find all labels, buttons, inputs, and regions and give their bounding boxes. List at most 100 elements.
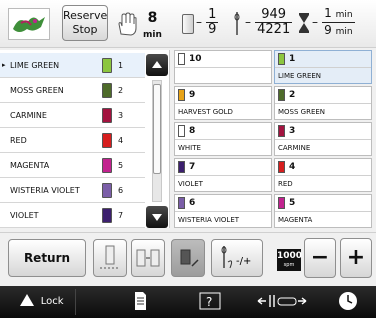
thread-spool-icon xyxy=(278,197,285,209)
design-preview-thumbnail xyxy=(8,8,50,40)
needle-thread-name: VIOLET xyxy=(178,180,203,188)
remaining-time: – 1 min 9 min xyxy=(312,6,355,37)
thread-list-item[interactable]: RED 4 xyxy=(0,128,145,153)
warning-icon xyxy=(19,294,34,306)
thread-trim-icon xyxy=(100,245,120,269)
needle-change-button[interactable] xyxy=(131,239,165,277)
thread-spool-icon xyxy=(102,183,112,198)
needle-number: 9 xyxy=(189,90,196,100)
tension-adjust-button[interactable]: -/+ xyxy=(211,239,263,277)
thread-spool-icon xyxy=(278,125,285,137)
thread-spool-icon xyxy=(178,161,185,173)
thread-list-item[interactable]: CARMINE 3 xyxy=(0,103,145,128)
color-sort-button[interactable] xyxy=(171,239,205,277)
clock-icon xyxy=(339,292,357,310)
thread-list-item[interactable]: WISTERIA VIOLET 6 xyxy=(0,178,145,203)
current-marker-icon: ▸ xyxy=(2,61,6,69)
needle-cell[interactable]: 1 LIME GREEN xyxy=(274,50,372,84)
needle-number: 2 xyxy=(118,86,124,95)
needle-number: 3 xyxy=(289,126,296,136)
total-time-unit: min xyxy=(335,27,353,37)
thread-name: LIME GREEN xyxy=(10,61,60,70)
needle-cell[interactable]: 5 MAGENTA xyxy=(274,194,372,228)
needle-number: 4 xyxy=(289,162,296,172)
stitch-total: 4221 xyxy=(257,22,291,37)
thread-spool-icon xyxy=(178,89,185,101)
sewing-time: 8 min xyxy=(143,10,162,41)
stitch-current: 949 xyxy=(255,8,293,23)
needle-cell[interactable]: 10 xyxy=(174,50,272,84)
reserve-stop-label-1: Reserve xyxy=(63,9,108,22)
frame-move-icon xyxy=(257,295,307,307)
sewing-time-value: 8 xyxy=(147,10,158,26)
needle-cell[interactable]: 4 RED xyxy=(274,158,372,192)
needle-number: 7 xyxy=(189,162,196,172)
speed-display: 1000 spm xyxy=(277,249,302,271)
needle-number: 6 xyxy=(118,186,124,195)
thread-list-item[interactable]: MAGENTA 5 xyxy=(0,153,145,178)
needle-number: 1 xyxy=(118,61,124,70)
speed-plus-button[interactable]: + xyxy=(340,238,372,278)
speed-unit: spm xyxy=(283,262,295,268)
thread-name: VIOLET xyxy=(10,211,39,220)
needle-thread-name: WISTERIA VIOLET xyxy=(178,216,240,224)
needle-thread-name: HARVEST GOLD xyxy=(178,108,233,116)
needle-number: 7 xyxy=(118,211,124,220)
thread-spool-icon xyxy=(102,133,112,148)
clock-button[interactable] xyxy=(330,289,366,315)
needle-cell[interactable]: 2 MOSS GREEN xyxy=(274,86,372,120)
needle-cell[interactable]: 8 WHITE xyxy=(174,122,272,156)
thread-spool-icon xyxy=(278,89,285,101)
status-bar: Reserve Stop 8 min – 1 9 – 949 4221 – 1 … xyxy=(0,0,376,48)
tension-icon: -/+ xyxy=(221,246,251,269)
needle-cell[interactable]: 3 CARMINE xyxy=(274,122,372,156)
needle-thread-name: CARMINE xyxy=(278,144,311,152)
thread-name: WISTERIA VIOLET xyxy=(10,186,80,195)
lock-label: Lock xyxy=(40,296,64,307)
thread-list-item[interactable]: MOSS GREEN 2 xyxy=(0,78,145,103)
needle-thread-name: WHITE xyxy=(178,144,201,152)
remaining-time-unit: min xyxy=(335,10,353,20)
thread-list-item[interactable]: ▸ LIME GREEN 1 xyxy=(0,53,145,78)
scrollbar-thumb[interactable] xyxy=(153,84,161,174)
thread-name: RED xyxy=(10,136,27,145)
needle-thread-name: MOSS GREEN xyxy=(278,108,326,116)
hourglass-icon xyxy=(299,13,309,33)
help-button[interactable]: ? xyxy=(190,289,230,315)
lock-button[interactable]: Lock xyxy=(8,289,76,315)
embroidery-frame-move-button[interactable] xyxy=(252,289,312,315)
thread-list-item[interactable]: VIOLET 7 xyxy=(0,203,145,228)
needle-number: 5 xyxy=(289,198,296,208)
thread-name: MOSS GREEN xyxy=(10,86,64,95)
reserve-stop-button[interactable]: Reserve Stop xyxy=(62,5,108,41)
needle-cell[interactable]: 7 VIOLET xyxy=(174,158,272,192)
needle-number: 5 xyxy=(118,161,124,170)
needle-bar-grid: 10 1 LIME GREEN 9 HARVEST GOLD 2 MOSS GREEN 8 WH… xyxy=(174,50,374,228)
return-button[interactable]: Return xyxy=(8,239,86,277)
needle-number: 1 xyxy=(289,54,296,64)
thread-name: CARMINE xyxy=(10,111,47,120)
thread-spool-icon xyxy=(278,161,285,173)
needle-number: 10 xyxy=(189,54,202,64)
thread-spool-icon xyxy=(178,125,185,137)
thread-spool-icon xyxy=(182,14,194,34)
scroll-down-button[interactable] xyxy=(146,206,168,228)
needle-cell[interactable]: 9 HARVEST GOLD xyxy=(174,86,272,120)
svg-text:?: ? xyxy=(206,295,212,309)
design-preview-icon xyxy=(13,17,45,32)
needle-icon xyxy=(234,12,240,35)
document-button[interactable] xyxy=(120,289,160,315)
total-time-value: 9 xyxy=(324,23,332,37)
toolbar: Return -/+ 1000 spm − + xyxy=(0,232,376,284)
scroll-up-button[interactable] xyxy=(146,54,168,76)
thread-name: MAGENTA xyxy=(10,161,50,170)
needle-number: 4 xyxy=(118,136,124,145)
bottom-bar: Lock ? xyxy=(0,286,376,318)
needle-thread-name: LIME GREEN xyxy=(278,72,322,80)
help-icon: ? xyxy=(199,292,221,310)
thread-spool-icon xyxy=(102,58,112,73)
needle-cell[interactable]: 6 WISTERIA VIOLET xyxy=(174,194,272,228)
speed-minus-button[interactable]: − xyxy=(304,238,336,278)
needle-number: 3 xyxy=(118,111,124,120)
thread-trim-button[interactable] xyxy=(93,239,127,277)
